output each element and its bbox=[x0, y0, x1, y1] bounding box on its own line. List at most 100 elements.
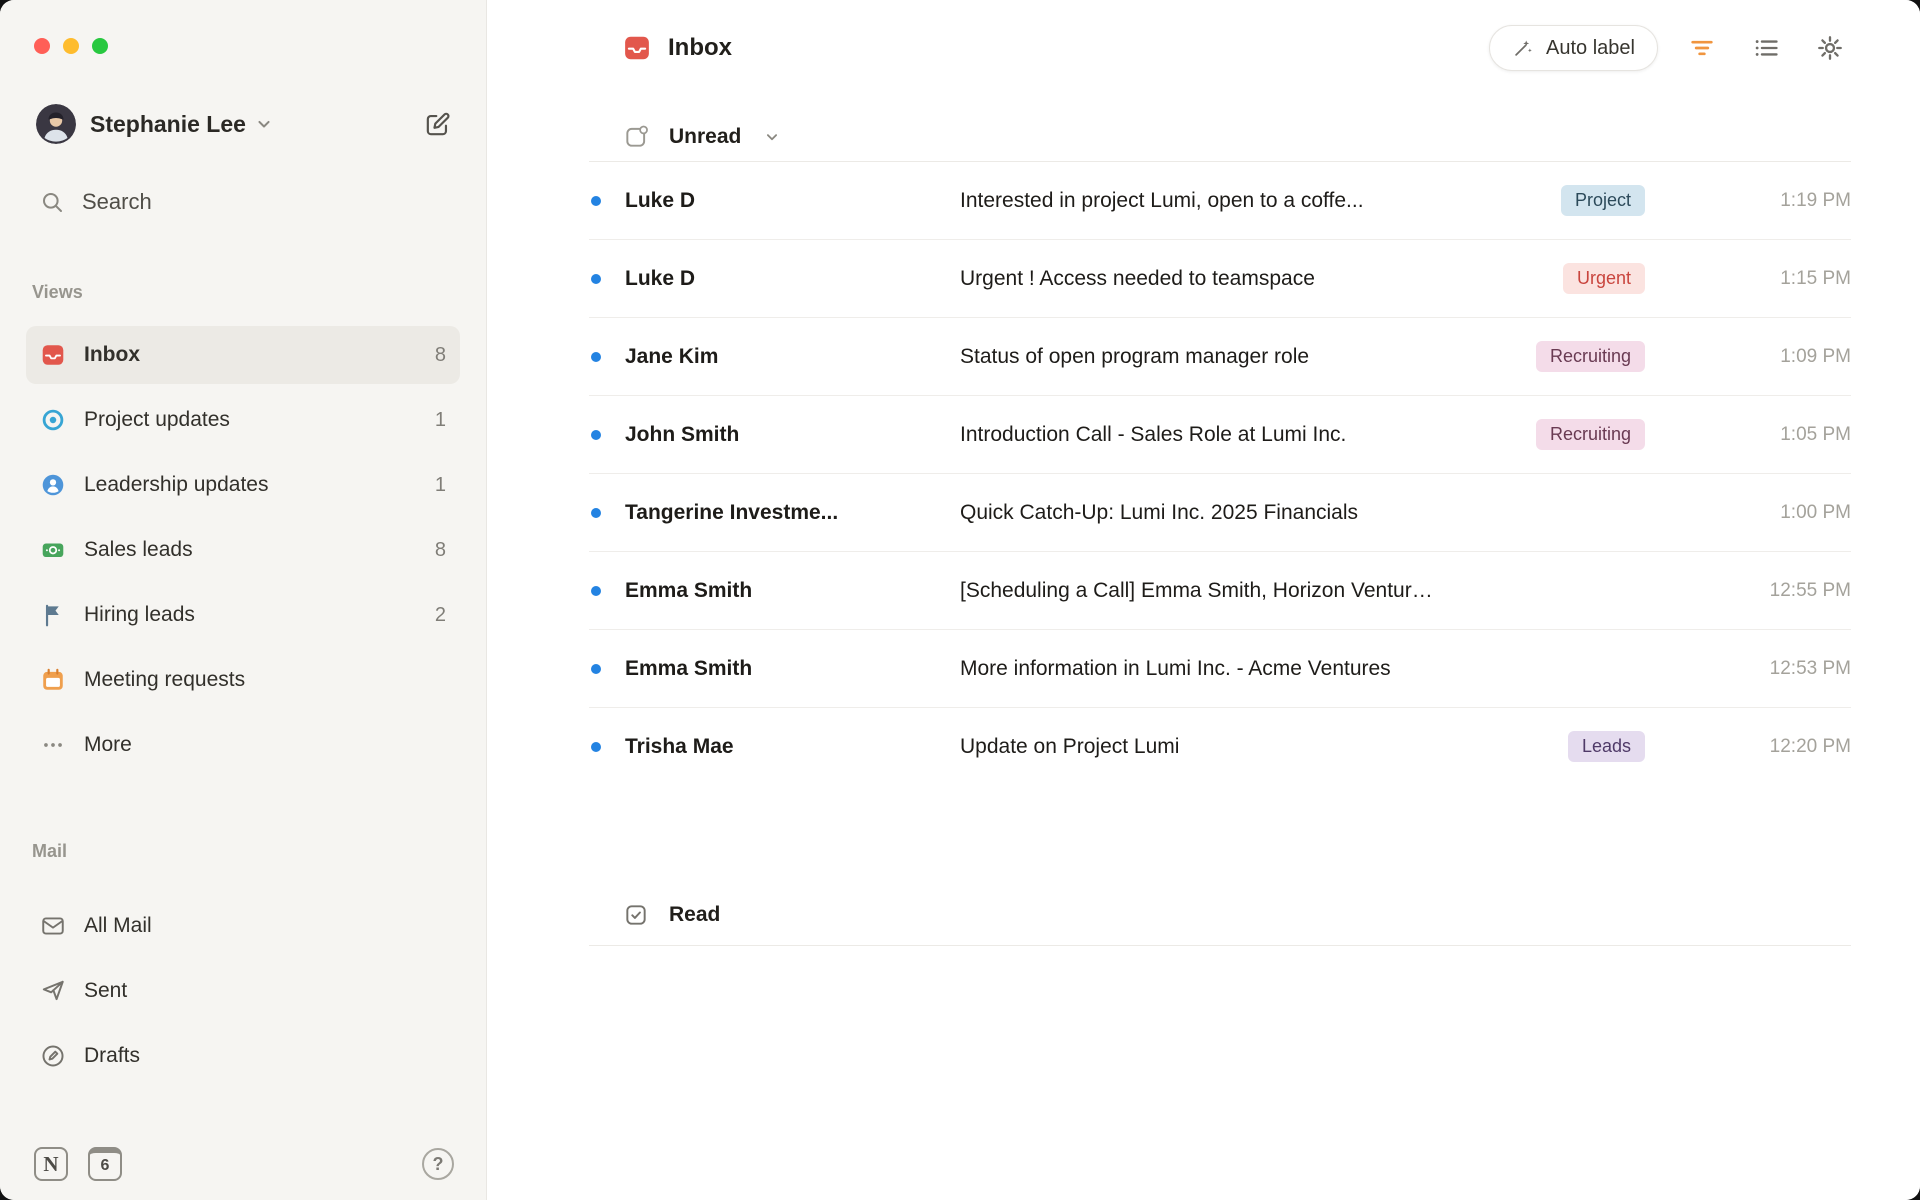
filter-icon[interactable] bbox=[1688, 34, 1716, 62]
unread-count: 8 bbox=[434, 538, 446, 561]
email-tag-slot: Leads bbox=[1465, 731, 1645, 762]
wand-icon bbox=[1512, 37, 1534, 59]
email-time: 1:05 PM bbox=[1780, 423, 1851, 445]
sidebar-item-label: All Mail bbox=[84, 914, 152, 937]
email-time: 12:55 PM bbox=[1769, 579, 1851, 601]
sidebar-item-label: More bbox=[84, 733, 132, 756]
sidebar-item-meeting-requests[interactable]: Meeting requests bbox=[26, 651, 460, 709]
select-square-icon bbox=[623, 124, 649, 150]
unread-dot-icon bbox=[591, 507, 601, 518]
compose-button[interactable] bbox=[423, 110, 452, 139]
email-subject: More information in Lumi Inc. - Acme Ven… bbox=[960, 656, 1391, 680]
unread-dot-icon bbox=[591, 663, 601, 674]
auto-label-button[interactable]: Auto label bbox=[1489, 25, 1658, 71]
email-row[interactable]: Trisha Mae Update on Project Lumi Leads 12:… bbox=[589, 708, 1851, 785]
email-sender: Emma Smith bbox=[625, 578, 753, 602]
banknote-icon bbox=[40, 537, 66, 563]
email-time: 1:09 PM bbox=[1780, 345, 1851, 367]
target-icon bbox=[40, 407, 66, 433]
unread-count: 2 bbox=[434, 603, 446, 626]
chevron-down-icon bbox=[763, 128, 781, 146]
email-sender: Trisha Mae bbox=[625, 734, 734, 758]
email-sender: Emma Smith bbox=[625, 656, 753, 680]
email-time: 12:20 PM bbox=[1769, 735, 1851, 757]
unread-group-label: Unread bbox=[669, 125, 742, 148]
mail-section-label: Mail bbox=[32, 841, 68, 861]
read-group-label: Read bbox=[669, 903, 721, 926]
page-title: Inbox bbox=[668, 34, 732, 61]
chevron-down-icon bbox=[254, 114, 274, 134]
email-row[interactable]: Luke D Interested in project Lumi, open t… bbox=[589, 162, 1851, 240]
help-button[interactable]: ? bbox=[422, 1148, 454, 1180]
list-view-icon[interactable] bbox=[1752, 34, 1780, 62]
unread-dot-icon bbox=[591, 741, 601, 752]
email-subject: Interested in project Lumi, open to a co… bbox=[960, 188, 1364, 212]
sidebar-item-label: Drafts bbox=[84, 1044, 141, 1067]
sidebar-footer: N 6 ? bbox=[26, 1144, 460, 1184]
mail-icon bbox=[40, 913, 66, 939]
notion-logo-icon[interactable]: N bbox=[34, 1147, 68, 1181]
ellipsis-icon bbox=[40, 732, 66, 758]
unread-count: 1 bbox=[434, 408, 446, 431]
search-label: Search bbox=[82, 189, 152, 214]
email-sender: John Smith bbox=[625, 422, 740, 446]
sidebar-item-leadership-updates[interactable]: Leadership updates 1 bbox=[26, 456, 460, 514]
email-subject: Status of open program manager role bbox=[960, 344, 1310, 368]
zoom-window-button[interactable] bbox=[92, 38, 108, 54]
sidebar-item-more[interactable]: More bbox=[26, 716, 460, 774]
email-row[interactable]: Emma Smith [Scheduling a Call] Emma Smith… bbox=[589, 552, 1851, 630]
email-row[interactable]: Emma Smith More information in Lumi Inc. … bbox=[589, 630, 1851, 708]
label-chip-recruiting[interactable]: Recruiting bbox=[1535, 419, 1645, 450]
avatar bbox=[36, 104, 76, 144]
read-group-header[interactable]: Read bbox=[623, 891, 1920, 939]
search-button[interactable]: Search bbox=[26, 182, 460, 222]
calendar-icon bbox=[40, 667, 66, 693]
sidebar-item-label: Hiring leads bbox=[84, 603, 195, 626]
sidebar-item-label: Sent bbox=[84, 979, 128, 1002]
sidebar-item-sent[interactable]: Sent bbox=[26, 962, 460, 1020]
sidebar-item-hiring-leads[interactable]: Hiring leads 2 bbox=[26, 586, 460, 644]
main-panel: Inbox Auto label Unread Luke D Intereste… bbox=[487, 0, 1920, 1200]
email-list: Luke D Interested in project Lumi, open t… bbox=[589, 162, 1851, 785]
email-time: 1:19 PM bbox=[1780, 189, 1851, 211]
sidebar-item-inbox[interactable]: Inbox 8 bbox=[26, 326, 460, 384]
email-row[interactable]: John Smith Introduction Call - Sales Role… bbox=[589, 396, 1851, 474]
unread-count: 8 bbox=[434, 343, 446, 366]
calendar-app-icon[interactable]: 6 bbox=[88, 1147, 122, 1181]
sidebar-item-all-mail[interactable]: All Mail bbox=[26, 897, 460, 955]
label-chip-urgent[interactable]: Urgent bbox=[1562, 263, 1645, 294]
close-window-button[interactable] bbox=[34, 38, 50, 54]
email-row[interactable]: Luke D Urgent ! Access needed to teamspac… bbox=[589, 240, 1851, 318]
minimize-window-button[interactable] bbox=[63, 38, 79, 54]
search-icon bbox=[40, 190, 64, 214]
email-time: 1:00 PM bbox=[1780, 501, 1851, 523]
email-sender: Luke D bbox=[625, 188, 696, 212]
settings-gear-icon[interactable] bbox=[1816, 34, 1844, 62]
email-row[interactable]: Jane Kim Status of open program manager r… bbox=[589, 318, 1851, 396]
label-chip-recruiting[interactable]: Recruiting bbox=[1535, 341, 1645, 372]
email-subject: Quick Catch-Up: Lumi Inc. 2025 Financial… bbox=[960, 500, 1359, 524]
inbox-icon bbox=[40, 342, 66, 368]
unread-count: 1 bbox=[434, 473, 446, 496]
sidebar-item-project-updates[interactable]: Project updates 1 bbox=[26, 391, 460, 449]
divider bbox=[589, 945, 1851, 946]
sidebar-item-label: Inbox bbox=[84, 343, 140, 366]
email-tag-slot: Recruiting bbox=[1465, 419, 1645, 450]
label-chip-project[interactable]: Project bbox=[1560, 185, 1645, 216]
sidebar-item-label: Leadership updates bbox=[84, 473, 269, 496]
sidebar-item-sales-leads[interactable]: Sales leads 8 bbox=[26, 521, 460, 579]
email-tag-slot: Urgent bbox=[1465, 263, 1645, 294]
email-row[interactable]: Tangerine Investme... Quick Catch-Up: Lum… bbox=[589, 474, 1851, 552]
label-chip-leads[interactable]: Leads bbox=[1567, 731, 1645, 762]
header-controls: Auto label bbox=[1489, 25, 1844, 71]
email-tag-slot: Recruiting bbox=[1465, 341, 1645, 372]
unread-dot-icon bbox=[591, 195, 601, 206]
email-sender: Jane Kim bbox=[625, 344, 719, 368]
unread-group-header[interactable]: Unread bbox=[623, 113, 1920, 161]
unread-dot-icon bbox=[591, 351, 601, 362]
email-subject: [Scheduling a Call] Emma Smith, Horizon … bbox=[960, 578, 1458, 602]
main-header: Inbox Auto label bbox=[487, 22, 1920, 74]
account-switcher[interactable]: Stephanie Lee bbox=[26, 102, 460, 146]
user-name: Stephanie Lee bbox=[90, 110, 246, 137]
sidebar-item-drafts[interactable]: Drafts bbox=[26, 1027, 460, 1085]
